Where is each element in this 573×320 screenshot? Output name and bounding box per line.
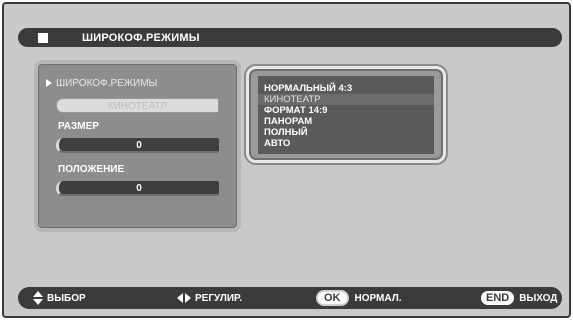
footer-end: END ВЫХОД	[481, 287, 557, 309]
osd-screen: ШИРОКОФ.РЕЖИМЫ ШИРОКОФ.РЕЖИМЫ КИНОТЕАТР …	[2, 2, 571, 318]
left-right-arrows-icon	[177, 293, 191, 303]
list-item-cinema[interactable]: КИНОТЕАТР	[264, 94, 321, 105]
selection-arrow-icon	[46, 79, 52, 87]
title-square-icon	[38, 32, 48, 43]
list-item-panorama[interactable]: ПАНОРАМ	[264, 116, 312, 127]
mode-list-panel: НОРМАЛЬНЫЙ 4:3 КИНОТЕАТР ФОРМАТ 14:9 ПАН…	[246, 66, 446, 163]
adjust-label: РЕГУЛИР.	[195, 292, 243, 304]
page-title: ШИРОКОФ.РЕЖИМЫ	[82, 31, 200, 44]
list-item-14-9[interactable]: ФОРМАТ 14:9	[264, 105, 327, 116]
up-down-arrows-icon	[33, 291, 43, 305]
size-field[interactable]: 0	[56, 138, 219, 153]
footer-adjust: РЕГУЛИР.	[176, 287, 242, 309]
position-label: ПОЛОЖЕНИЕ	[58, 164, 125, 175]
footer-select: ВЫБОР	[32, 287, 86, 309]
end-label: ВЫХОД	[519, 292, 558, 304]
settings-panel: ШИРОКОФ.РЕЖИМЫ КИНОТЕАТР РАЗМЕР 0 ПОЛОЖЕ…	[34, 60, 241, 232]
list-item-normal[interactable]: НОРМАЛЬНЫЙ 4:3	[264, 83, 352, 94]
footer-ok: OK НОРМАЛ.	[316, 287, 402, 309]
select-label: ВЫБОР	[47, 292, 86, 304]
list-item-auto[interactable]: АВТО	[264, 138, 290, 149]
title-bar: ШИРОКОФ.РЕЖИМЫ	[18, 28, 562, 47]
ok-button[interactable]: OK	[316, 290, 349, 306]
size-label: РАЗМЕР	[58, 121, 99, 132]
widescreen-mode-field[interactable]: КИНОТЕАТР	[56, 98, 219, 113]
widescreen-mode-label: ШИРОКОФ.РЕЖИМЫ	[56, 78, 158, 89]
position-field[interactable]: 0	[56, 181, 219, 196]
widescreen-mode-row[interactable]: ШИРОКОФ.РЕЖИМЫ	[46, 78, 157, 89]
mode-list: НОРМАЛЬНЫЙ 4:3 КИНОТЕАТР ФОРМАТ 14:9 ПАН…	[258, 76, 434, 154]
list-item-full[interactable]: ПОЛНЫЙ	[264, 127, 308, 138]
end-button[interactable]: END	[481, 291, 515, 305]
ok-label: НОРМАЛ.	[354, 292, 402, 304]
footer-bar: ВЫБОР РЕГУЛИР. OK НОРМАЛ. END ВЫХОД	[18, 287, 562, 309]
